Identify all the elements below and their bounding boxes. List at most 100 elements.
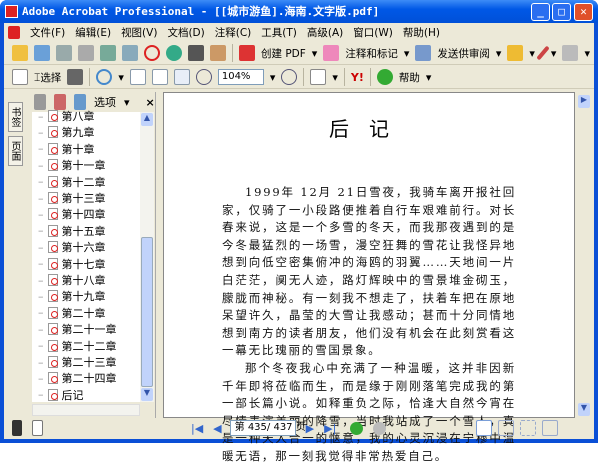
bookmark-label: 第二十章 bbox=[61, 306, 106, 320]
actual-size-icon[interactable] bbox=[129, 69, 146, 85]
menu-help[interactable]: 帮助(H) bbox=[403, 25, 440, 40]
comment-markup-button[interactable]: 注释和标记 bbox=[345, 46, 398, 61]
bookmark-item[interactable]: – 后记 bbox=[38, 387, 84, 403]
bookmark-item[interactable]: – 第十九章 bbox=[38, 288, 106, 304]
create-pdf-button[interactable]: 创建 PDF bbox=[261, 46, 306, 61]
organizer-icon[interactable] bbox=[34, 45, 50, 61]
menu-edit[interactable]: 编辑(E) bbox=[75, 25, 111, 40]
create-icon[interactable] bbox=[100, 45, 116, 61]
lock-icon[interactable] bbox=[507, 45, 524, 61]
bookmark-label: 第十二章 bbox=[61, 175, 106, 189]
bookmark-item[interactable]: – 第十二章 bbox=[38, 174, 106, 190]
close-panel-button[interactable]: × bbox=[146, 96, 155, 109]
find-icon[interactable] bbox=[188, 45, 204, 61]
forward-view-icon[interactable] bbox=[373, 421, 387, 435]
export-icon[interactable] bbox=[210, 45, 226, 61]
pdf-page-icon bbox=[47, 339, 58, 352]
status-bar: |◀ ◀ 第 435/ 437 页 ▶ ▶| bbox=[4, 418, 594, 438]
single-page-icon[interactable] bbox=[476, 420, 493, 436]
hand-tool-icon[interactable] bbox=[12, 69, 28, 85]
pdf-page-icon bbox=[47, 274, 58, 286]
fit-width-icon[interactable] bbox=[173, 69, 190, 85]
zoom-out-icon[interactable] bbox=[195, 69, 212, 85]
options-button[interactable]: 选项 bbox=[94, 94, 116, 110]
menu-comments[interactable]: 注释(C) bbox=[215, 25, 252, 40]
bookmark-item[interactable]: – 第十三章 bbox=[38, 190, 106, 206]
email-icon[interactable] bbox=[166, 45, 182, 61]
menu-document[interactable]: 文档(D) bbox=[167, 25, 204, 40]
acrobat-logo-icon bbox=[5, 5, 18, 18]
forms-icon[interactable] bbox=[562, 45, 579, 61]
open-icon[interactable] bbox=[12, 45, 28, 61]
panel-splitter[interactable] bbox=[155, 92, 163, 418]
bookmark-item[interactable]: – 第十八章 bbox=[38, 272, 106, 288]
tab-bookmarks[interactable]: 书签 bbox=[8, 102, 23, 132]
paragraph: 那个冬夜我心中充满了一种温暖，这并非因新千年即将莅临而生，而是缘于刚刚落笔完成我… bbox=[222, 360, 516, 463]
toolbar-view: ⌶选择 ▾ 104% ▾ ▾ Y! 帮助 ▾ bbox=[4, 66, 594, 89]
close-button[interactable]: ✕ bbox=[574, 3, 593, 21]
menu-file[interactable]: 文件(F) bbox=[30, 25, 65, 40]
title-bar: Adobe Acrobat Professional - [[城市游鱼].海南.… bbox=[0, 0, 598, 23]
bookmark-label: 第十七章 bbox=[61, 257, 106, 271]
menu-advanced[interactable]: 高级(A) bbox=[307, 25, 343, 40]
tab-pages[interactable]: 页面 bbox=[8, 136, 23, 166]
first-page-button[interactable]: |◀ bbox=[191, 422, 203, 435]
screen-icon[interactable] bbox=[12, 420, 22, 436]
help-button[interactable]: 帮助 bbox=[399, 70, 420, 85]
bookmark-hscrollbar[interactable] bbox=[32, 404, 140, 416]
menu-view[interactable]: 视图(V) bbox=[121, 25, 157, 40]
menu-window[interactable]: 窗口(W) bbox=[353, 25, 393, 40]
continuous-icon[interactable] bbox=[498, 420, 515, 436]
help-icon bbox=[376, 69, 393, 85]
last-page-button[interactable]: ▶| bbox=[324, 422, 336, 435]
bookmark-item[interactable]: – 第十五章 bbox=[38, 223, 106, 239]
bookmark-item[interactable]: – 第十四章 bbox=[38, 206, 106, 222]
prev-page-button[interactable]: ◀ bbox=[213, 422, 221, 435]
menu-tools[interactable]: 工具(T) bbox=[261, 25, 297, 40]
bookmark-item[interactable]: – 第十章 bbox=[38, 141, 95, 157]
pdf-page-icon bbox=[47, 224, 58, 237]
back-view-icon[interactable] bbox=[350, 421, 364, 435]
continuous-facing-icon[interactable] bbox=[520, 420, 537, 436]
bookmark-label: 第二十二章 bbox=[61, 339, 117, 353]
bookmark-item[interactable]: – 第十七章 bbox=[38, 256, 106, 272]
bookmark-item[interactable]: – 第十一章 bbox=[38, 157, 106, 173]
bookmark-item[interactable]: – 第十六章 bbox=[38, 239, 106, 255]
bookmark-item[interactable]: – 第二十二章 bbox=[38, 338, 117, 354]
bookmark-label: 第二十三章 bbox=[61, 356, 117, 369]
print-icon[interactable] bbox=[78, 45, 94, 61]
create-pdf-icon bbox=[239, 45, 255, 61]
bookmark-item[interactable]: – 第二十章 bbox=[38, 305, 106, 321]
facing-icon[interactable] bbox=[542, 420, 559, 436]
minimize-button[interactable]: _ bbox=[531, 3, 550, 21]
yahoo-icon[interactable]: Y! bbox=[351, 71, 364, 84]
zoom-input[interactable]: 104% bbox=[217, 69, 264, 85]
stamp-icon[interactable] bbox=[144, 45, 160, 61]
pdf-page-icon bbox=[47, 192, 58, 204]
zoom-in-tool-icon[interactable] bbox=[96, 69, 113, 85]
bookmark-list: – 第八章 – 第九章 – 第十章 – 第十一章 – 第十二章 – 第十三章 – 第十四章 – 第十五章 – 第十… bbox=[32, 110, 140, 403]
select-tool[interactable]: ⌶选择 bbox=[34, 70, 61, 85]
send-review-button[interactable]: 发送供审阅 bbox=[437, 46, 490, 61]
rotate-icon[interactable] bbox=[310, 69, 327, 85]
maximize-button[interactable]: □ bbox=[552, 3, 571, 21]
bookmark-label: 第十章 bbox=[61, 142, 95, 156]
document-scrollbar[interactable]: ▶ ▼ bbox=[576, 92, 592, 418]
bookmark-scrollbar[interactable]: ▲ ▼ bbox=[140, 112, 154, 402]
fit-page-icon[interactable] bbox=[151, 69, 168, 85]
bookmark-item[interactable]: – 第二十四章 bbox=[38, 370, 117, 386]
zoom-in-icon[interactable] bbox=[281, 69, 298, 85]
sign-pen-icon[interactable] bbox=[536, 45, 550, 61]
bookmark-item[interactable]: – 第二十三章 bbox=[38, 354, 117, 370]
next-page-button[interactable]: ▶ bbox=[306, 422, 314, 435]
bookmark-label: 第十一章 bbox=[61, 159, 106, 173]
attach-icon[interactable] bbox=[122, 45, 138, 61]
page-info-icon[interactable] bbox=[32, 420, 43, 436]
page-number-input[interactable]: 第 435/ 437 页 bbox=[229, 420, 306, 436]
select-label: 选择 bbox=[40, 71, 62, 84]
bookmark-item[interactable]: – 第二十一章 bbox=[38, 321, 117, 337]
snapshot-icon[interactable] bbox=[67, 69, 84, 85]
save-icon[interactable] bbox=[56, 45, 72, 61]
bookmark-item[interactable]: – 第九章 bbox=[38, 124, 95, 140]
bookmark-item[interactable]: – 第八章 bbox=[38, 108, 95, 124]
